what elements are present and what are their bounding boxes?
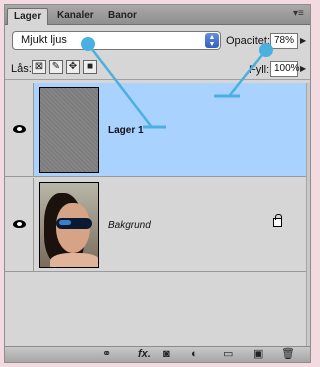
select-stepper-icon[interactable]: ▲ ▼	[205, 33, 219, 48]
panel-menu-icon[interactable]: ▾≡	[293, 9, 305, 19]
blend-opacity-row: Mjukt ljus ▲ ▼ Opacitet: 78% ▶	[5, 31, 310, 53]
folder-icon[interactable]: ▭	[223, 348, 233, 361]
opacity-input[interactable]: 78%	[270, 33, 298, 49]
adjustment-icon[interactable]: ◐	[191, 348, 198, 361]
trash-icon[interactable]: 🗑	[281, 348, 295, 361]
layer-list: Lager 1 Bakgrund	[5, 83, 310, 348]
lock-image-icon[interactable]: ✎	[49, 60, 63, 74]
scrollbar[interactable]	[306, 83, 310, 348]
lock-icon	[273, 214, 282, 227]
lock-position-icon[interactable]: ✥	[66, 60, 80, 74]
fx-icon[interactable]: fx.	[138, 348, 151, 361]
new-layer-icon[interactable]: ▣	[253, 348, 263, 361]
tab-lager[interactable]: Lager	[7, 8, 49, 25]
bottom-toolbar: ⚭ fx. ◙ ◐ ▭ ▣ 🗑	[5, 346, 310, 362]
eye-icon[interactable]	[13, 220, 26, 228]
lock-label: Lås:	[11, 63, 32, 75]
eye-icon[interactable]	[13, 125, 26, 133]
opacity-slider-arrow-icon[interactable]: ▶	[300, 36, 306, 45]
fill-input[interactable]: 100%	[270, 61, 300, 77]
layer-row-lager-1[interactable]: Lager 1	[5, 83, 310, 177]
lock-transparent-icon[interactable]: ⊠	[32, 60, 46, 74]
blend-mode-select[interactable]: Mjukt ljus ▲ ▼	[12, 31, 221, 50]
layer-name: Lager 1	[108, 125, 144, 136]
layer-thumbnail	[39, 87, 99, 173]
visibility-toggle[interactable]	[5, 83, 34, 176]
mask-icon[interactable]: ◙	[163, 348, 170, 361]
layer-row-bakgrund[interactable]: Bakgrund	[5, 178, 310, 272]
layers-panel: Lager Kanaler Banor ▾≡ Mjukt ljus ▲ ▼ Opa…	[4, 4, 311, 363]
layer-name: Bakgrund	[108, 220, 151, 231]
tab-kanaler[interactable]: Kanaler	[51, 8, 100, 25]
opacity-label: Opacitet:	[226, 35, 271, 47]
layer-thumbnail	[39, 182, 99, 268]
tab-bar: Lager Kanaler Banor ▾≡	[5, 5, 310, 25]
lock-fill-row: Lås: ⊠ ✎ ✥ ■ Fyll: 100% ▶	[5, 58, 310, 80]
fill-label: Fyll:	[249, 64, 270, 76]
link-icon[interactable]: ⚭	[102, 348, 111, 361]
lock-all-icon[interactable]: ■	[83, 60, 97, 74]
tab-banor[interactable]: Banor	[102, 8, 143, 25]
visibility-toggle[interactable]	[5, 178, 34, 271]
fill-slider-arrow-icon[interactable]: ▶	[300, 64, 306, 73]
blend-mode-value: Mjukt ljus	[21, 34, 67, 46]
